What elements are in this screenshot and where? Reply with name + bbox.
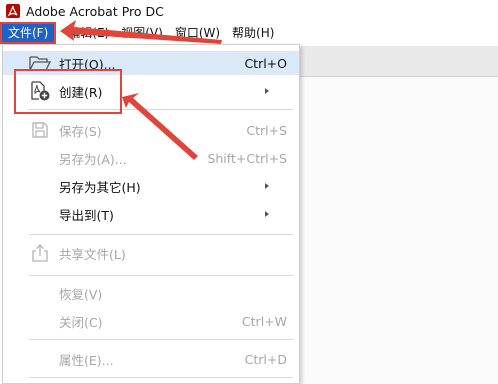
app-title: Adobe Acrobat Pro DC: [26, 3, 164, 19]
submenu-arrow-icon: [265, 88, 269, 94]
menu-item-shortcut: Shift+Ctrl+S: [207, 150, 287, 166]
acrobat-logo-icon: [6, 4, 20, 18]
menu-item-label: 共享文件(L): [59, 246, 126, 262]
menu-help[interactable]: 帮助(H): [226, 22, 280, 44]
menu-edit[interactable]: 编辑(E): [62, 22, 115, 44]
menu-view[interactable]: 视图(V): [115, 22, 169, 44]
menu-item-create[interactable]: 创建(R): [3, 79, 299, 103]
menu-item-close[interactable]: 关闭(C) Ctrl+W: [3, 309, 299, 333]
menu-separator: [29, 234, 293, 235]
menu-item-properties[interactable]: 属性(E)... Ctrl+D: [3, 347, 299, 371]
folder-open-icon: [29, 52, 51, 74]
menu-item-label: 创建(R): [59, 84, 103, 100]
menu-item-shortcut: Ctrl+O: [244, 55, 287, 71]
menu-item-label: 另存为(A)...: [59, 151, 127, 167]
create-pdf-icon: [29, 80, 51, 102]
menu-item-save[interactable]: 保存(S) Ctrl+S: [3, 118, 299, 142]
menu-separator: [29, 339, 293, 340]
toolbar-strip: [300, 46, 498, 77]
menu-item-label: 恢复(V): [59, 286, 103, 302]
menu-item-label: 属性(E)...: [59, 352, 114, 368]
menu-bar: 文件(F) 编辑(E) 视图(V) 窗口(W) 帮助(H): [0, 22, 498, 44]
menu-item-shortcut: Ctrl+S: [246, 122, 287, 138]
menu-file[interactable]: 文件(F): [0, 22, 57, 44]
menu-item-open[interactable]: 打开(O)... Ctrl+O: [3, 51, 299, 75]
document-area: [300, 77, 498, 384]
share-icon: [29, 242, 51, 264]
menu-item-shortcut: Ctrl+W: [241, 313, 287, 329]
title-bar: Adobe Acrobat Pro DC: [0, 0, 498, 22]
menu-separator: [29, 377, 293, 378]
menu-separator: [29, 109, 293, 110]
menu-separator: [29, 275, 293, 276]
submenu-arrow-icon: [265, 211, 269, 217]
menu-window[interactable]: 窗口(W): [169, 22, 226, 44]
menu-item-shortcut: Ctrl+D: [244, 351, 287, 367]
save-icon: [29, 119, 51, 141]
submenu-arrow-icon: [265, 183, 269, 189]
menu-item-save-as[interactable]: 另存为(A)... Shift+Ctrl+S: [3, 146, 299, 170]
menu-item-label: 另存为其它(H): [59, 179, 141, 195]
menu-item-label: 关闭(C): [59, 314, 103, 330]
menu-item-label: 保存(S): [59, 123, 102, 139]
menu-item-export-to[interactable]: 导出到(T): [3, 202, 299, 226]
file-menu-dropdown: 打开(O)... Ctrl+O 创建(R) 保存(S) Ctrl+S 另存为(A…: [2, 44, 300, 384]
menu-item-label: 打开(O)...: [59, 56, 116, 72]
menu-item-save-as-other[interactable]: 另存为其它(H): [3, 174, 299, 198]
menu-item-share-file[interactable]: 共享文件(L): [3, 241, 299, 265]
menu-item-label: 导出到(T): [59, 207, 114, 223]
menu-item-revert[interactable]: 恢复(V): [3, 281, 299, 305]
